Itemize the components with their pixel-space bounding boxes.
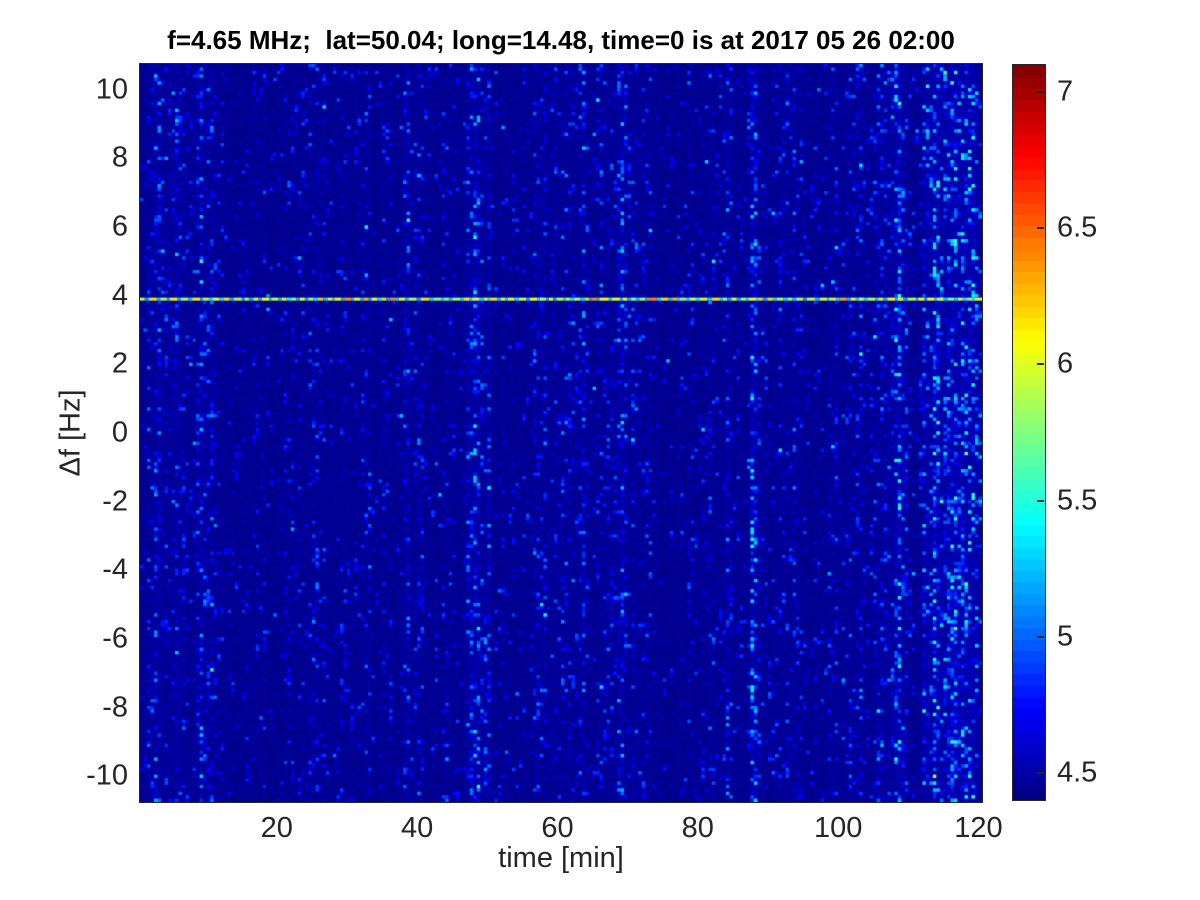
y-tick-label: -6 [102,622,128,655]
x-tick-label: 60 [541,812,574,844]
colorbar-tick-label: 6 [1057,347,1074,380]
y-tick-label: -8 [102,691,128,724]
matlab-figure-window: f=4.65 MHz; lat=50.04; long=14.48, time=… [0,0,1200,900]
colorbar-tick-label: 5.5 [1057,484,1098,517]
x-tick-label: 120 [954,812,1003,844]
spectrogram-axes [139,63,983,803]
spectrogram-heatmap [140,64,982,802]
x-axis-label: time [min] [498,842,624,874]
colorbar-gradient [1013,65,1045,800]
y-tick-label: -2 [102,485,128,518]
colorbar-tick-label: 7 [1057,75,1074,108]
colorbar-tick-mark [1037,771,1044,774]
plot-title: f=4.65 MHz; lat=50.04; long=14.48, time=… [167,25,955,55]
y-tick-label: 2 [111,347,128,380]
colorbar-tick-mark [1037,635,1044,638]
y-tick-label: -4 [102,553,128,586]
colorbar-tick-label: 5 [1057,620,1074,653]
x-tick-label: 80 [681,812,714,844]
x-tick-label: 40 [401,812,434,844]
y-tick-label: 0 [111,416,128,449]
colorbar-tick-label: 4.5 [1057,756,1098,789]
colorbar-tick-label: 6.5 [1057,211,1098,244]
colorbar-tick-mark [1037,227,1044,230]
colorbar [1012,64,1046,801]
colorbar-tick-mark [1037,363,1044,366]
x-tick-label: 20 [260,812,293,844]
colorbar-tick-mark [1037,499,1044,502]
y-tick-label: -10 [86,759,128,792]
colorbar-tick-mark [1037,91,1044,94]
y-tick-label: 10 [95,73,128,106]
y-tick-label: 8 [111,141,128,174]
y-tick-label: 4 [111,279,128,312]
x-tick-label: 100 [813,812,863,844]
y-tick-label: 6 [111,210,128,243]
